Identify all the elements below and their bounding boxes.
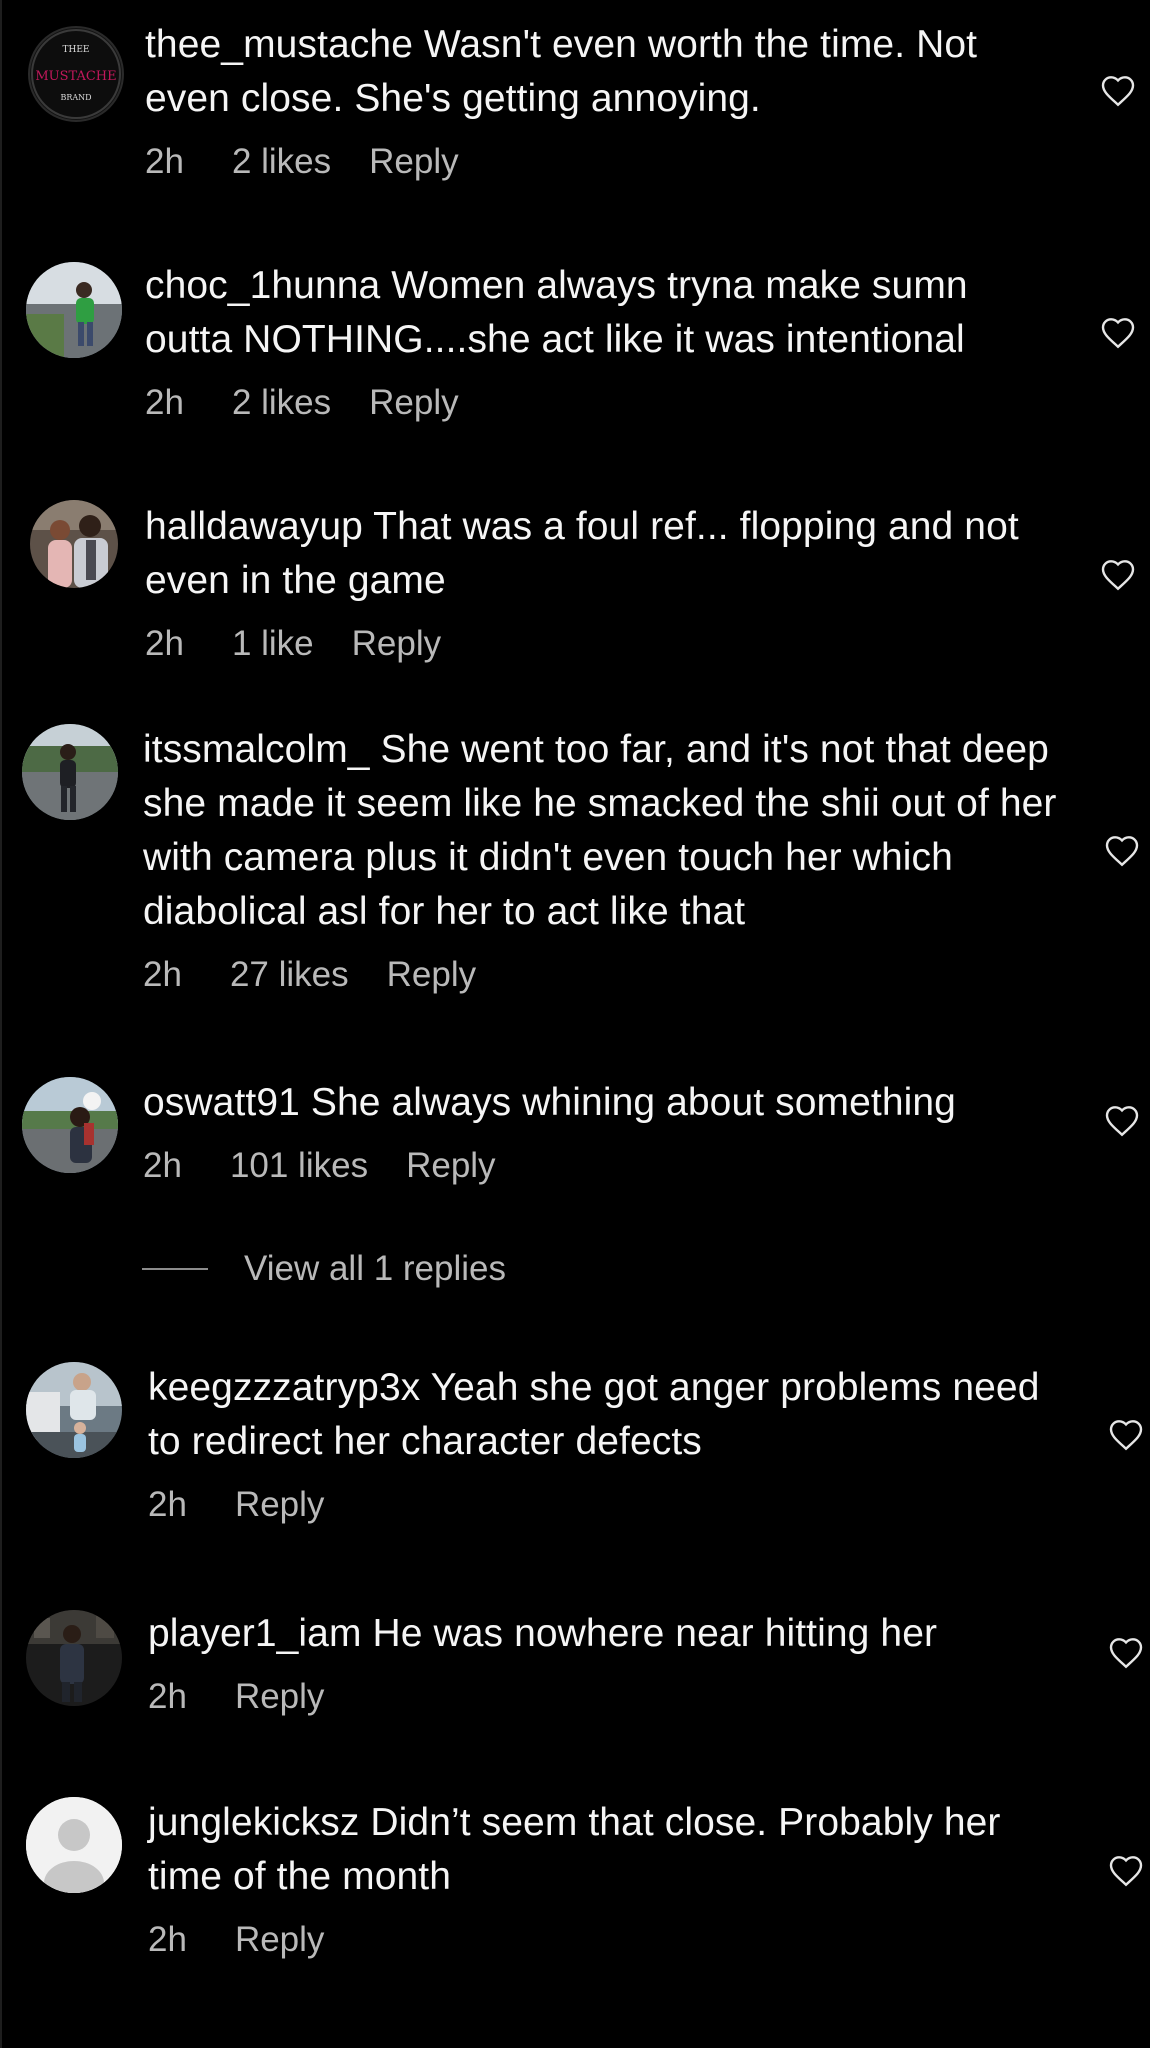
avatar[interactable]: THEE MUSTACHE BRAND (28, 26, 124, 122)
comment-time: 2h (148, 1485, 187, 1524)
avatar-logo-bottom: BRAND (60, 93, 91, 102)
default-avatar-icon (26, 1797, 122, 1893)
comment-text: itssmalcolm_ She went too far, and it's … (143, 723, 1063, 939)
comment-meta: 2h Reply (148, 1677, 1068, 1717)
comment-username[interactable]: choc_1hunna (145, 264, 380, 307)
comment-text: thee_mustache Wasn't even worth the time… (145, 18, 1065, 126)
reply-button[interactable]: Reply (235, 1485, 324, 1525)
comment-likes[interactable]: 2 likes (232, 383, 331, 423)
heart-icon[interactable] (1100, 558, 1136, 594)
view-replies-line (142, 1268, 208, 1270)
comment-content: He was nowhere near hitting her (372, 1612, 938, 1655)
mustache-brand-logo: THEE MUSTACHE BRAND (31, 29, 121, 119)
heart-icon[interactable] (1108, 1854, 1144, 1890)
comment-meta: 2h 101 likes Reply (143, 1146, 1063, 1186)
avatar[interactable] (26, 1362, 122, 1458)
comment-username[interactable]: player1_iam (148, 1612, 362, 1655)
avatar[interactable] (30, 500, 118, 588)
comment-time: 2h (143, 1146, 182, 1185)
comment-body: oswatt91 She always whining about someth… (143, 1076, 1063, 1186)
comment-meta: 2h 1 like Reply (145, 624, 1065, 664)
comment-likes[interactable]: 2 likes (232, 142, 331, 182)
comment-likes[interactable]: 1 like (232, 624, 314, 664)
comment-time: 2h (145, 624, 184, 663)
comment-text: junglekicksz Didn’t seem that close. Pro… (148, 1796, 1068, 1904)
avatar[interactable] (26, 1610, 122, 1706)
comment-meta: 2h 2 likes Reply (145, 142, 1065, 182)
comment-username[interactable]: itssmalcolm_ (143, 728, 370, 771)
comment-username[interactable]: halldawayup (145, 505, 363, 548)
view-replies-label: View all 1 replies (244, 1249, 506, 1288)
heart-icon[interactable] (1100, 316, 1136, 352)
comment-time: 2h (145, 383, 184, 422)
reply-button[interactable]: Reply (352, 624, 441, 664)
comment-text: player1_iam He was nowhere near hitting … (148, 1607, 1068, 1661)
heart-icon[interactable] (1104, 1104, 1140, 1140)
comment-meta: 2h 27 likes Reply (143, 955, 1063, 995)
comment-time: 2h (145, 142, 184, 181)
comment-text: halldawayup That was a foul ref... flopp… (145, 500, 1065, 608)
reply-button[interactable]: Reply (235, 1677, 324, 1717)
heart-icon[interactable] (1104, 834, 1140, 870)
comment-time: 2h (148, 1677, 187, 1716)
comment-text: choc_1hunna Women always tryna make sumn… (145, 259, 1065, 367)
comment-username[interactable]: oswatt91 (143, 1081, 300, 1124)
comment-body: choc_1hunna Women always tryna make sumn… (145, 259, 1065, 423)
view-replies-button[interactable]: View all 1 replies (142, 1247, 506, 1291)
avatar[interactable] (26, 1797, 122, 1893)
avatar[interactable] (26, 262, 122, 358)
heart-icon[interactable] (1108, 1418, 1144, 1454)
comment-time: 2h (148, 1920, 187, 1959)
avatar-logo-main: MUSTACHE (35, 69, 116, 84)
left-edge-line (0, 0, 2, 2048)
comment-body: thee_mustache Wasn't even worth the time… (145, 18, 1065, 182)
comment-body: keegzzzatryp3x Yeah she got anger proble… (148, 1361, 1068, 1525)
heart-icon[interactable] (1108, 1636, 1144, 1672)
comment-body: player1_iam He was nowhere near hitting … (148, 1607, 1068, 1717)
comment-likes[interactable]: 27 likes (230, 955, 349, 995)
avatar[interactable] (22, 724, 118, 820)
comment-meta: 2h Reply (148, 1920, 1068, 1960)
comment-content: She always whining about something (310, 1081, 956, 1124)
reply-button[interactable]: Reply (369, 142, 458, 182)
avatar[interactable] (22, 1077, 118, 1173)
comment-body: junglekicksz Didn’t seem that close. Pro… (148, 1796, 1068, 1960)
comment-time: 2h (143, 955, 182, 994)
comment-text: oswatt91 She always whining about someth… (143, 1076, 1063, 1130)
comment-text: keegzzzatryp3x Yeah she got anger proble… (148, 1361, 1068, 1469)
comment-username[interactable]: thee_mustache (145, 23, 413, 66)
reply-button[interactable]: Reply (369, 383, 458, 423)
reply-button[interactable]: Reply (235, 1920, 324, 1960)
comment-meta: 2h Reply (148, 1485, 1068, 1525)
comment-username[interactable]: keegzzzatryp3x (148, 1366, 420, 1409)
heart-icon[interactable] (1100, 74, 1136, 110)
comment-body: itssmalcolm_ She went too far, and it's … (143, 723, 1063, 995)
comment-username[interactable]: junglekicksz (148, 1801, 359, 1844)
comment-body: halldawayup That was a foul ref... flopp… (145, 500, 1065, 664)
reply-button[interactable]: Reply (387, 955, 476, 995)
comment-likes[interactable]: 101 likes (230, 1146, 368, 1186)
avatar-logo-top: THEE (63, 45, 90, 55)
reply-button[interactable]: Reply (406, 1146, 495, 1186)
comment-meta: 2h 2 likes Reply (145, 383, 1065, 423)
